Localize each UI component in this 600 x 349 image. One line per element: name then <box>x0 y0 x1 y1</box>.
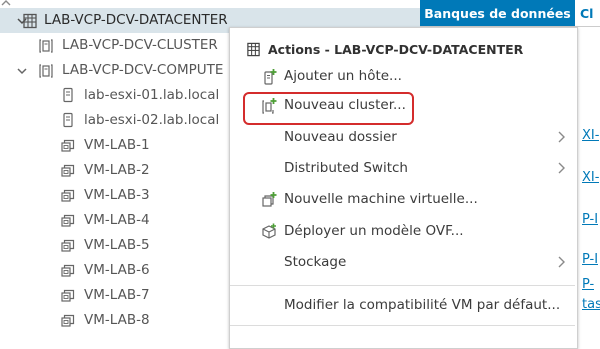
menu-item-storage[interactable]: Stockage <box>230 251 575 273</box>
vm-icon <box>61 214 75 227</box>
link-fragment[interactable]: tas <box>582 297 600 312</box>
tree-top-caret-fragment <box>0 0 22 6</box>
menu-item-label: Déployer un modèle OVF... <box>284 223 464 239</box>
menu-item-label: Ajouter un hôte... <box>284 68 402 84</box>
tree-item-label: lab-esxi-02.lab.local <box>84 112 220 128</box>
vm-icon <box>61 239 75 252</box>
vm-icon <box>61 139 75 152</box>
tab-datastores[interactable]: Banques de données <box>420 0 575 26</box>
menu-item-new-folder[interactable]: Nouveau dossier <box>230 126 575 148</box>
datacenter-icon <box>247 42 260 57</box>
menu-item-new-vm[interactable]: Nouvelle machine virtuelle... <box>230 188 575 210</box>
menu-separator <box>230 325 575 326</box>
host-icon <box>63 87 73 103</box>
chevron-right-icon <box>558 131 565 143</box>
tab-next-truncated[interactable]: Cl <box>580 0 600 26</box>
chevron-right-icon <box>558 256 565 268</box>
cluster-icon <box>39 39 53 53</box>
menu-item-label: Nouvelle machine virtuelle... <box>284 191 478 207</box>
menu-item-label: Modifier la compatibilité VM par défaut.… <box>284 297 561 313</box>
context-menu-title-label: Actions - LAB-VCP-DCV-DATACENTER <box>268 42 524 57</box>
tree-item-label: VM-LAB-3 <box>84 187 150 203</box>
tree-item-label: VM-LAB-1 <box>84 137 150 153</box>
tree-item-label: VM-LAB-4 <box>84 212 150 228</box>
vm-icon <box>61 164 75 177</box>
cluster-icon <box>39 64 53 78</box>
menu-item-add-host[interactable]: Ajouter un hôte... <box>230 65 575 87</box>
tree-item-label: VM-LAB-8 <box>84 312 150 328</box>
menu-item-distributed-switch[interactable]: Distributed Switch <box>230 157 575 179</box>
add-host-icon <box>264 69 277 85</box>
tree-item-label: LAB-VCP-DCV-CLUSTER <box>62 37 218 53</box>
link-fragment[interactable]: P- <box>582 277 594 292</box>
datacenter-icon <box>23 13 37 29</box>
link-fragment[interactable]: XI- <box>582 128 599 143</box>
chevron-right-icon <box>558 162 565 174</box>
vm-icon <box>61 289 75 302</box>
tree-item-label: LAB-VCP-DCV-COMPUTE <box>62 62 224 78</box>
tree-item-label: VM-LAB-5 <box>84 237 150 253</box>
vm-icon <box>61 189 75 202</box>
tree-item-label: LAB-VCP-DCV-DATACENTER <box>44 12 228 28</box>
new-vm-icon <box>262 192 277 207</box>
menu-item-label: Nouveau dossier <box>284 129 397 145</box>
chevron-down-icon[interactable] <box>16 65 28 77</box>
link-fragment[interactable]: P-I <box>582 212 598 227</box>
link-fragment[interactable]: P-I <box>582 252 598 267</box>
link-fragment[interactable]: XI- <box>582 170 599 185</box>
menu-item-deploy-ovf[interactable]: Déployer un modèle OVF... <box>230 220 575 242</box>
context-menu: Actions - LAB-VCP-DCV-DATACENTER Ajouter… <box>229 27 578 349</box>
tree-item-label: VM-LAB-6 <box>84 262 150 278</box>
vm-icon <box>61 314 75 327</box>
menu-separator <box>230 285 575 286</box>
menu-item-label: Stockage <box>284 254 347 270</box>
tree-item-label: VM-LAB-2 <box>84 162 150 178</box>
context-menu-title: Actions - LAB-VCP-DCV-DATACENTER <box>230 41 570 59</box>
menu-item-label: Distributed Switch <box>284 160 408 176</box>
deploy-ovf-icon <box>262 223 276 239</box>
tree-item-label: VM-LAB-7 <box>84 287 150 303</box>
tree-item-label: lab-esxi-01.lab.local <box>84 87 220 103</box>
menu-item-edit-vm-compatibility[interactable]: Modifier la compatibilité VM par défaut.… <box>230 294 575 316</box>
highlight-annotation <box>243 92 414 125</box>
vm-icon <box>61 264 75 277</box>
